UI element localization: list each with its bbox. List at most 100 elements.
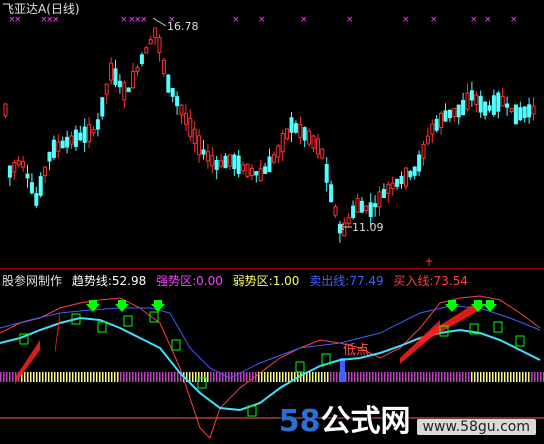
strip-bar [135, 372, 137, 382]
candle-body [307, 130, 312, 145]
signal-box [123, 315, 133, 327]
candle-body [104, 83, 109, 95]
watermark-url: www.58gu.com [416, 419, 536, 435]
candle-body [258, 168, 263, 182]
candlestick-chart[interactable]: ×× ××× × ××× × × × × × × × × × × 16.78 11.09 [0, 0, 544, 268]
strip-bar [399, 372, 401, 382]
candle-body [254, 171, 259, 176]
watermark-58: 58 [278, 404, 321, 439]
strip-bar [174, 372, 176, 382]
strip-bar [99, 372, 101, 382]
strip-bar [408, 372, 410, 382]
candle-body [69, 135, 74, 145]
strip-bar [42, 372, 44, 382]
strip-bar [495, 372, 497, 382]
strip-bar [459, 372, 461, 382]
candle-body [276, 145, 281, 158]
candle-body [390, 182, 395, 190]
top-mark: × [14, 15, 22, 25]
candle-body [417, 154, 422, 172]
candle-body [491, 95, 496, 115]
candle-body [329, 184, 334, 203]
strip-bar [81, 372, 83, 382]
candle-body [192, 128, 197, 145]
sell-line-value: 卖出线:77.49 [309, 274, 384, 288]
strip-bar [516, 372, 518, 382]
candle-body [139, 54, 144, 65]
strip-bar [93, 372, 95, 382]
candle-body [395, 178, 400, 187]
low-price-label: 11.09 [352, 221, 384, 234]
strip-bar [519, 372, 521, 382]
high-annotation: 16.78 [152, 17, 199, 33]
candle-body [25, 173, 30, 179]
candle-body [505, 103, 510, 108]
strip-bar [75, 372, 77, 382]
strip-bar [363, 372, 365, 382]
candle-body [56, 141, 61, 152]
strip-bar [129, 372, 131, 382]
candle-body [298, 123, 303, 138]
candle-body [135, 66, 140, 72]
strip-bar [453, 372, 455, 382]
strip-bar [36, 372, 38, 382]
strip-bar [246, 372, 248, 382]
strip-bar [261, 372, 263, 382]
candle-body [236, 155, 241, 175]
strip-bar [540, 372, 542, 382]
watermark-text: 公式网 [320, 404, 411, 439]
signal-box [515, 335, 525, 347]
strip-bar [138, 372, 140, 382]
candle-body [315, 138, 320, 155]
candle-body [188, 117, 193, 138]
candle-body [280, 133, 285, 153]
strip-bar [372, 372, 374, 382]
strip-bar [177, 372, 179, 382]
strip-bar [456, 372, 458, 382]
candle-body [421, 143, 426, 159]
candle-body [518, 107, 523, 121]
strip-bar [240, 372, 242, 382]
strip-bar [510, 372, 512, 382]
candle-body [487, 105, 492, 111]
strip-bar [330, 372, 332, 382]
top-mark: × [140, 15, 148, 25]
signal-box [493, 321, 503, 333]
candle-body [210, 155, 215, 167]
candle-body [144, 47, 149, 54]
strip-bar [234, 372, 236, 382]
strip-bar [276, 372, 278, 382]
strip-bar [153, 372, 155, 382]
weak-zone-value: 弱势区:1.00 [232, 274, 300, 288]
candle-body [263, 166, 268, 174]
strip-bar [150, 372, 152, 382]
candle-body [465, 92, 470, 110]
candle-body [285, 128, 290, 140]
strip-bar [483, 372, 485, 382]
candle-body [527, 104, 532, 118]
strip-bar [147, 372, 149, 382]
strip-bar [243, 372, 245, 382]
strip-bar [441, 372, 443, 382]
strip-bar [282, 372, 284, 382]
strip-bar [27, 372, 29, 382]
strip-bar [360, 372, 362, 382]
strip-bar [384, 372, 386, 382]
candle-body [351, 205, 356, 218]
candle-body [148, 38, 153, 45]
strip-bar [270, 372, 272, 382]
buy-line-value: 买入线:73.54 [393, 274, 468, 288]
strip-bar [264, 372, 266, 382]
top-mark: × [52, 15, 60, 25]
strip-bar [465, 372, 467, 382]
strip-bar [417, 372, 419, 382]
candle-body [500, 96, 505, 107]
top-mark: × [484, 15, 492, 25]
strip-bar [333, 372, 335, 382]
candle-body [170, 87, 175, 97]
marker-icon [426, 258, 432, 266]
strip-bar [393, 372, 395, 382]
candle-body [377, 191, 382, 208]
candle-body [302, 127, 307, 141]
top-mark: × [510, 15, 518, 25]
